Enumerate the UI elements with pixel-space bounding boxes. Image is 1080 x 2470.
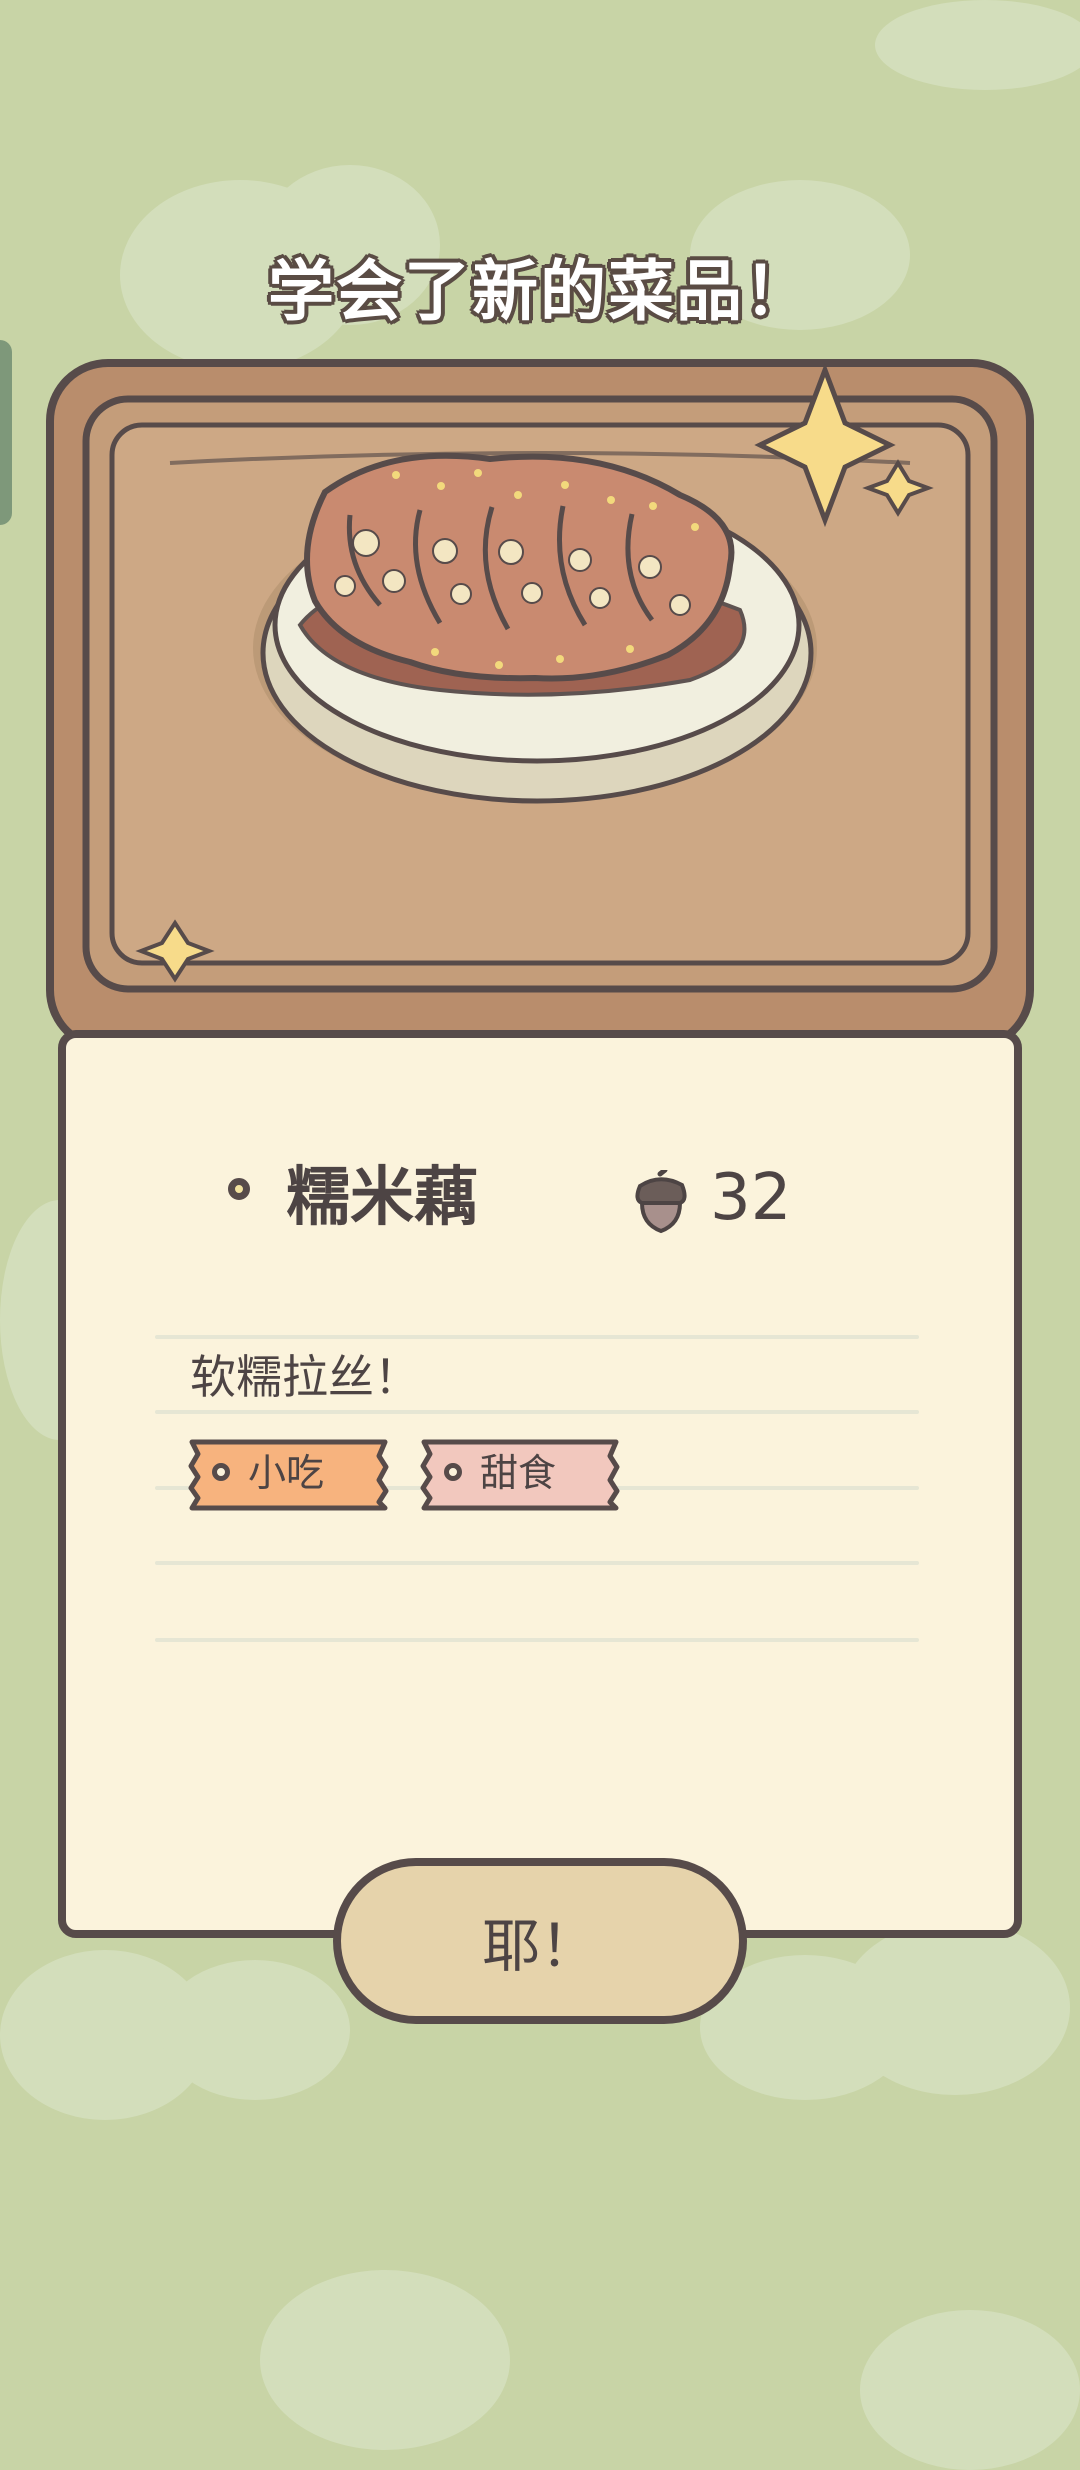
bullet-icon	[444, 1463, 462, 1481]
price-value: 32	[710, 1161, 792, 1235]
confirm-button-label: 耶！	[481, 1912, 598, 1980]
dish-description: 软糯拉丝！	[190, 1350, 420, 1404]
tag-dessert: 甜食	[420, 1438, 622, 1512]
note-line	[155, 1638, 919, 1642]
dish-name: 糯米藕	[286, 1161, 478, 1235]
tag-snack: 小吃	[188, 1438, 391, 1512]
background-cloud	[260, 2270, 510, 2450]
background-cloud	[860, 2310, 1080, 2470]
side-tab[interactable]	[0, 340, 12, 525]
note-line	[155, 1561, 919, 1565]
bullet-icon	[228, 1178, 250, 1200]
background-cloud	[840, 1920, 1070, 2095]
confirm-button[interactable]: 耶！	[333, 1858, 747, 2024]
background-cloud	[875, 0, 1080, 90]
dish-header: 糯米藕 32	[170, 1160, 792, 1240]
note-line	[155, 1410, 919, 1414]
acorn-icon	[635, 1170, 687, 1234]
banner-title: 学会了新的菜品！	[268, 253, 812, 330]
bullet-icon	[212, 1463, 230, 1481]
background-cloud	[160, 1960, 350, 2100]
tag-label: 小吃	[248, 1451, 325, 1495]
tag-label: 甜食	[480, 1451, 557, 1495]
note-line	[155, 1335, 919, 1339]
lotus-root-dish-icon	[46, 359, 1034, 1052]
